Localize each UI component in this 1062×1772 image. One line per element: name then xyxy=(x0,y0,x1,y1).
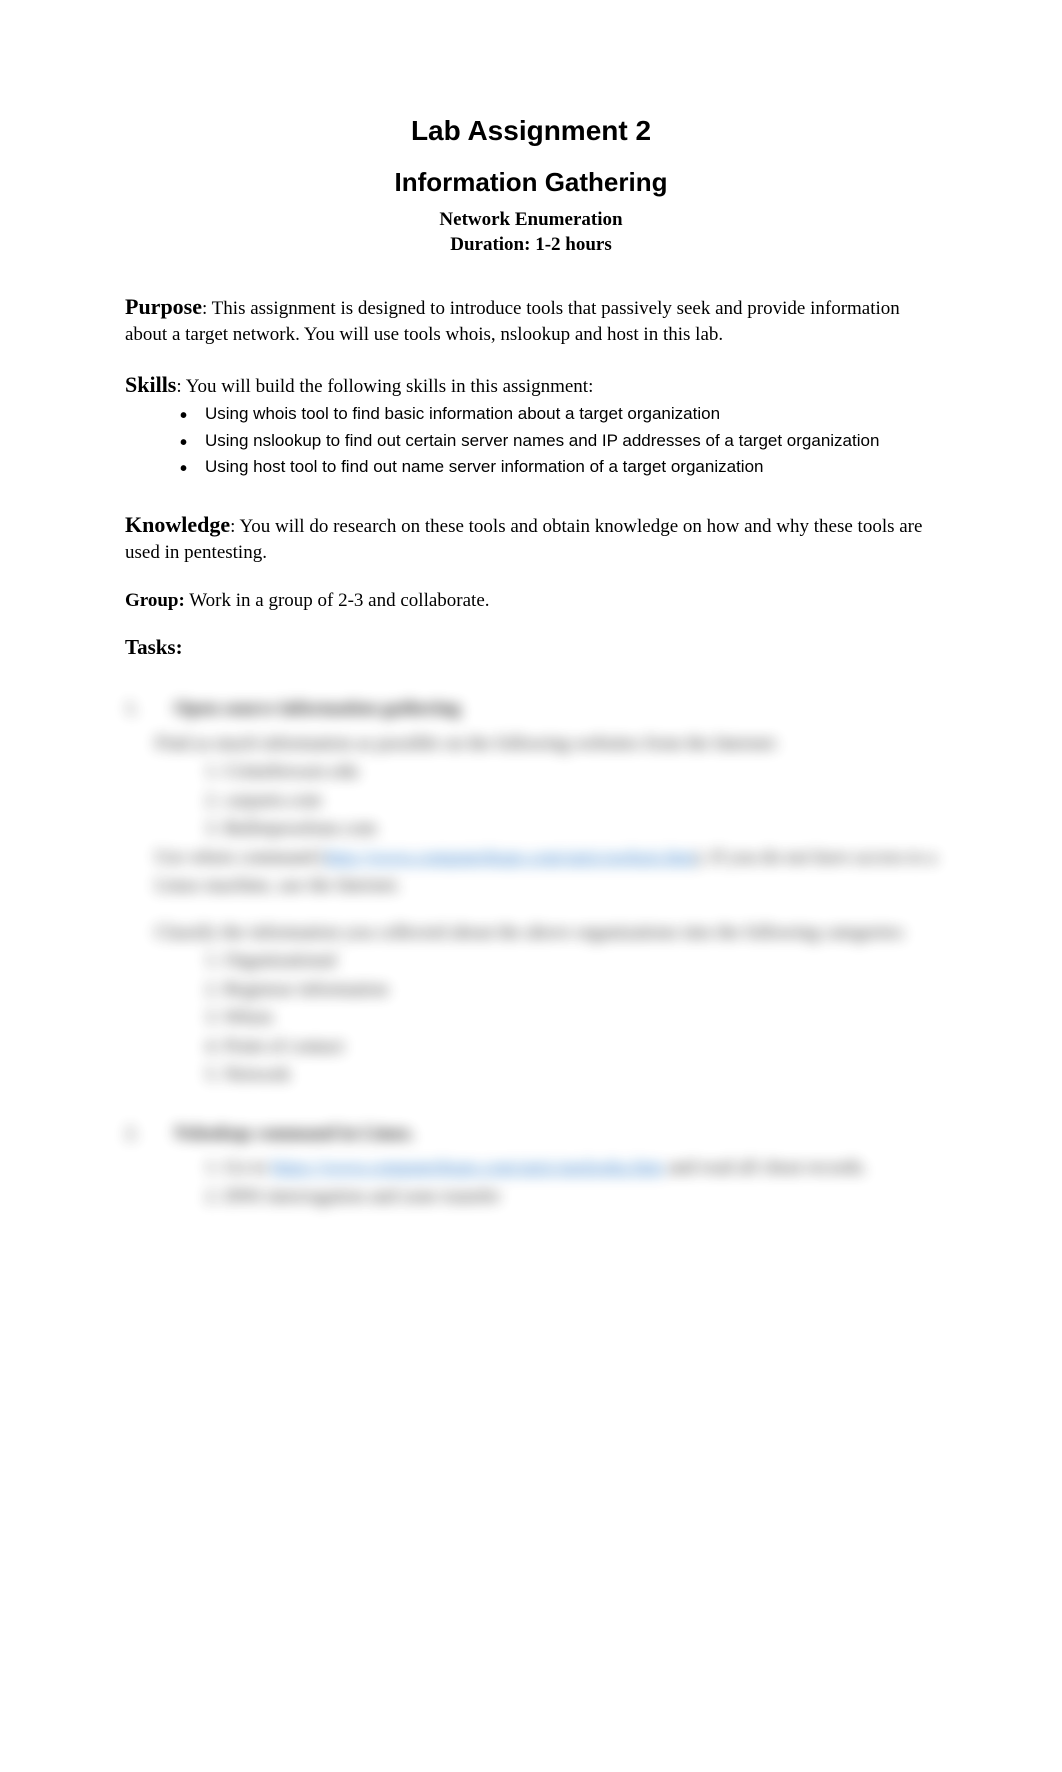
purpose-text: : This assignment is designed to introdu… xyxy=(125,298,900,345)
task-1-line1: Find as much information as possible on … xyxy=(125,730,937,759)
task-1-cat2: 2. Registrar information xyxy=(125,976,937,1005)
group-label: Group: xyxy=(125,590,185,611)
task-1-classify: Classify the information you collected a… xyxy=(125,919,937,948)
group-section: Group: Work in a group of 2-3 and collab… xyxy=(125,588,937,614)
task-2-number: 2. xyxy=(125,1123,139,1144)
skills-text: : You will build the following skills in… xyxy=(176,376,593,397)
skills-section: Skills: You will build the following ski… xyxy=(125,370,937,481)
task-1-block: 1. Open source information gathering Fin… xyxy=(125,695,937,1090)
task-1-cat3: 3. Whois xyxy=(125,1004,937,1033)
task-1-heading: Open source information gathering xyxy=(144,698,460,719)
knowledge-text: : You will do research on these tools an… xyxy=(125,516,922,563)
knowledge-section: Knowledge: You will do research on these… xyxy=(125,510,937,565)
skills-item-3: Using host tool to find out name server … xyxy=(180,454,937,480)
document-page: Lab Assignment 2 Information Gathering N… xyxy=(0,0,1062,1301)
task-1-cat5: 5. Network xyxy=(125,1061,937,1090)
task-2-line1a: 1. Go to xyxy=(205,1157,272,1178)
task-2-heading: Nslookup command in Linux. xyxy=(144,1123,415,1144)
task-1-cat4: 4. Point of contact xyxy=(125,1033,937,1062)
blurred-content-area: 1. Open source information gathering Fin… xyxy=(125,695,937,1211)
knowledge-label: Knowledge xyxy=(125,512,230,537)
task-1-link[interactable]: http://www.computerhope.com/unix/uwhois.… xyxy=(325,847,695,868)
lab-meta: Network Enumeration Duration: 1-2 hours xyxy=(125,208,937,257)
task-1-cat1: 1. Organizational xyxy=(125,947,937,976)
lab-title: Lab Assignment 2 xyxy=(125,115,937,147)
skills-item-2: Using nslookup to find out certain serve… xyxy=(180,428,937,454)
task-2-block: 2. Nslookup command in Linux. 1. Go to h… xyxy=(125,1120,937,1212)
purpose-label: Purpose xyxy=(125,294,202,319)
skills-list: Using whois tool to find basic informati… xyxy=(125,401,937,480)
group-text: Work in a group of 2-3 and collaborate. xyxy=(185,590,490,611)
lab-subtitle: Information Gathering xyxy=(125,167,937,198)
purpose-section: Purpose: This assignment is designed to … xyxy=(125,292,937,347)
task-2-line1b: and read all cheat records. xyxy=(663,1157,867,1178)
skills-label: Skills xyxy=(125,372,176,397)
network-enumeration-label: Network Enumeration xyxy=(125,208,937,233)
task-2-line2: 2. DNS interrogation and zone transfer xyxy=(125,1183,937,1212)
skills-item-1: Using whois tool to find basic informati… xyxy=(180,401,937,427)
duration-label: Duration: 1-2 hours xyxy=(125,233,937,258)
task-1-sub1: 1. Crimebeware.edu xyxy=(125,758,937,787)
task-1-sub3: 3. Bulletproofone.com xyxy=(125,815,937,844)
task-1-number: 1. xyxy=(125,698,139,719)
task-1-line2a: Use whois command ( xyxy=(155,847,325,868)
tasks-label: Tasks: xyxy=(125,635,937,660)
task-2-link[interactable]: https://www.computerhope.com/unix/unsloo… xyxy=(272,1157,664,1178)
task-1-sub2: 2. carparts.com xyxy=(125,787,937,816)
